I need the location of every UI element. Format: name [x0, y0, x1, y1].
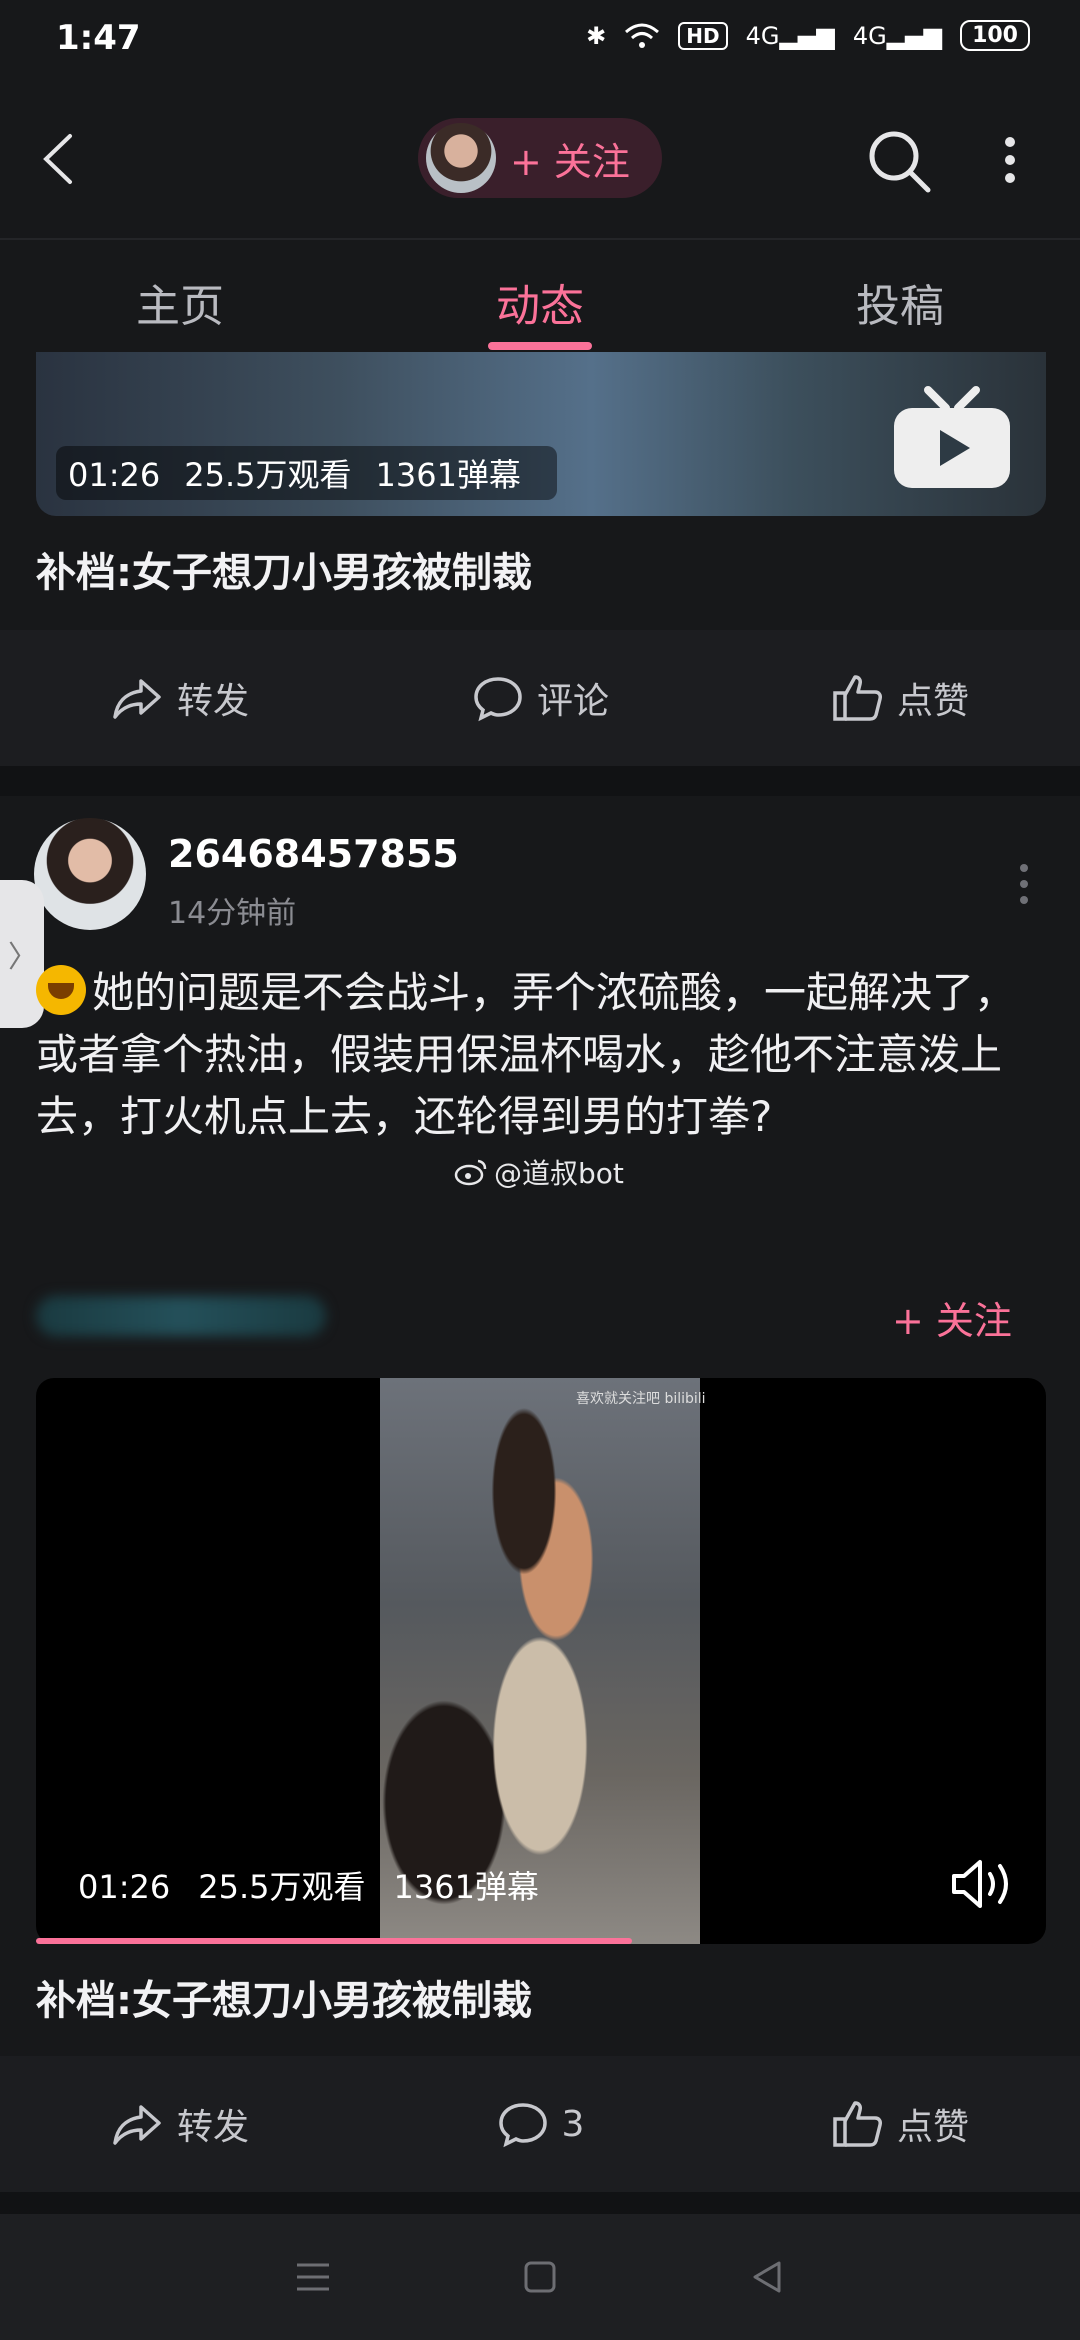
search-icon[interactable] — [864, 126, 934, 196]
avatar[interactable] — [34, 818, 146, 930]
weibo-icon — [454, 1159, 487, 1186]
avatar — [426, 123, 496, 193]
follow-button[interactable]: + 关注 — [892, 1290, 1012, 1345]
share-button[interactable]: 转发 — [0, 2097, 360, 2151]
video-danmaku: 1361弹幕 — [393, 1868, 539, 1906]
tab-dynamics[interactable]: 动态 — [360, 240, 720, 352]
comment-button[interactable]: 评论 — [360, 671, 720, 725]
bilibili-tv-play-icon[interactable] — [890, 384, 1014, 492]
share-button[interactable]: 转发 — [0, 671, 360, 725]
like-button[interactable]: 点赞 — [720, 2097, 1080, 2151]
hd-badge: HD — [678, 21, 728, 50]
bluetooth-icon: ✱ — [586, 21, 607, 50]
username[interactable]: 26468457855 — [168, 832, 459, 876]
video-danmaku: 1361弹幕 — [375, 456, 521, 494]
tab-home[interactable]: 主页 — [0, 240, 360, 352]
thumbs-up-icon — [833, 675, 882, 721]
follow-label: + 关注 — [510, 139, 630, 184]
video-views: 25.5万观看 — [198, 1868, 366, 1906]
battery-icon: 100 — [960, 20, 1030, 51]
comment-button[interactable]: 3 — [360, 2097, 720, 2151]
video-meta-2: 01:26 25.5万观看 1361弹幕 — [78, 1862, 567, 1908]
blurred-uploader-name — [36, 1296, 326, 1336]
post-text: 她的问题是不会战斗，弄个浓硫酸，一起解决了，或者拿个热油，假装用保温杯喝水，趁他… — [36, 962, 1046, 1148]
video-duration: 01:26 — [68, 456, 161, 494]
like-button[interactable]: 点赞 — [720, 671, 1080, 725]
comment-icon — [498, 2103, 547, 2148]
header-follow-button[interactable]: + 关注 — [418, 118, 662, 198]
comment-icon — [474, 677, 522, 722]
home-icon[interactable] — [518, 2255, 562, 2299]
video-frame — [380, 1378, 700, 1944]
more-icon[interactable] — [1012, 862, 1036, 906]
signal-icon-2: 4G▂▄▆ — [852, 21, 943, 50]
tab-submissions[interactable]: 投稿 — [720, 240, 1080, 352]
video-meta-1: 01:26 25.5万观看 1361弹幕 — [56, 446, 557, 500]
thumbs-up-icon — [833, 2101, 882, 2147]
video-overlay-tag: 喜欢就关注吧 bilibili — [576, 1391, 706, 1407]
weibo-watermark: @道叔bot — [454, 1152, 624, 1192]
signal-icon-1: 4G▂▄▆ — [745, 21, 835, 50]
post-timestamp: 14分钟前 — [168, 896, 297, 931]
comment-count: 3 — [561, 2103, 585, 2145]
tab-bar: 主页 动态 投稿 — [0, 240, 1080, 352]
wifi-icon — [625, 23, 660, 48]
share-icon — [113, 679, 161, 719]
status-time: 1:47 — [56, 18, 141, 58]
video-progress-bar[interactable] — [36, 1938, 632, 1944]
status-icons: ✱ HD 4G▂▄▆ 4G▂▄▆ 100 — [586, 20, 1030, 51]
video-duration: 01:26 — [78, 1868, 171, 1906]
video-title-1[interactable]: 补档:女子想刀小男孩被制裁 — [36, 540, 532, 598]
chevron-left-icon — [43, 134, 72, 184]
system-nav-bar — [0, 2214, 1080, 2340]
volume-icon[interactable] — [950, 1856, 1016, 1912]
more-icon[interactable] — [995, 130, 1025, 190]
menu-icon[interactable] — [291, 2255, 335, 2299]
back-triangle-icon[interactable] — [745, 2255, 789, 2299]
video-title-2[interactable]: 补档:女子想刀小男孩被制裁 — [36, 1968, 532, 2026]
video-views: 25.5万观看 — [184, 456, 352, 494]
action-bar-1: 转发 评论 点赞 — [0, 630, 1080, 766]
laughing-crying-emoji-icon — [36, 965, 86, 1015]
share-icon — [113, 2105, 161, 2145]
action-bar-2: 转发 3 点赞 — [0, 2056, 1080, 2192]
back-button[interactable] — [40, 124, 90, 194]
